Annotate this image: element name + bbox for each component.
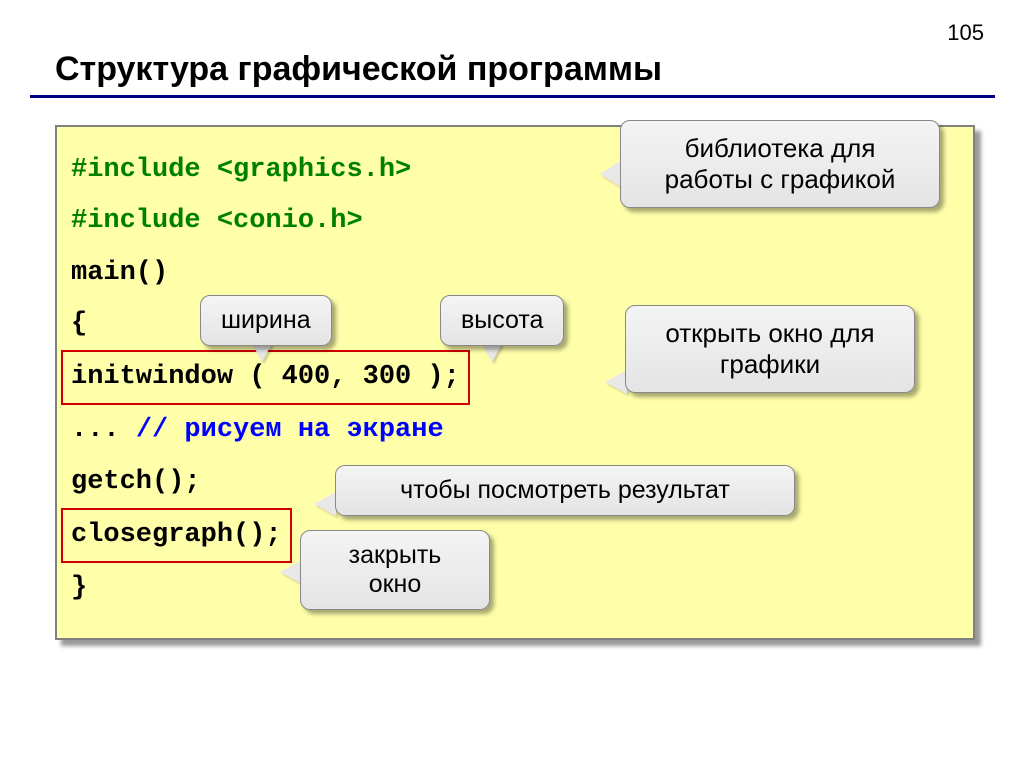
slide-title: Структура графической программы bbox=[55, 50, 662, 89]
closegraph-highlight: closegraph(); bbox=[61, 508, 292, 563]
title-underline bbox=[30, 95, 995, 98]
include-header-graphics: <graphics.h> bbox=[217, 155, 411, 185]
include-header-conio: <conio.h> bbox=[217, 206, 363, 236]
callout-width: ширина bbox=[200, 295, 332, 346]
code-line-comment: ... // рисуем на экране bbox=[71, 405, 959, 456]
code-line-main: main() bbox=[71, 248, 959, 299]
page-number: 105 bbox=[947, 20, 984, 46]
callout-height: высота bbox=[440, 295, 564, 346]
include-keyword-2: #include bbox=[71, 206, 217, 236]
code-line-closegraph: closegraph(); bbox=[71, 508, 959, 563]
include-keyword: #include bbox=[71, 155, 217, 185]
callout-open-window: открыть окно для графики bbox=[625, 305, 915, 393]
callout-library: библиотека для работы с графикой bbox=[620, 120, 940, 208]
callout-close-window: закрыть окно bbox=[300, 530, 490, 610]
comment-text: // рисуем на экране bbox=[136, 415, 444, 445]
code-line-close-brace: } bbox=[71, 563, 959, 614]
callout-see-result: чтобы посмотреть результат bbox=[335, 465, 795, 516]
ellipsis: ... bbox=[71, 415, 136, 445]
